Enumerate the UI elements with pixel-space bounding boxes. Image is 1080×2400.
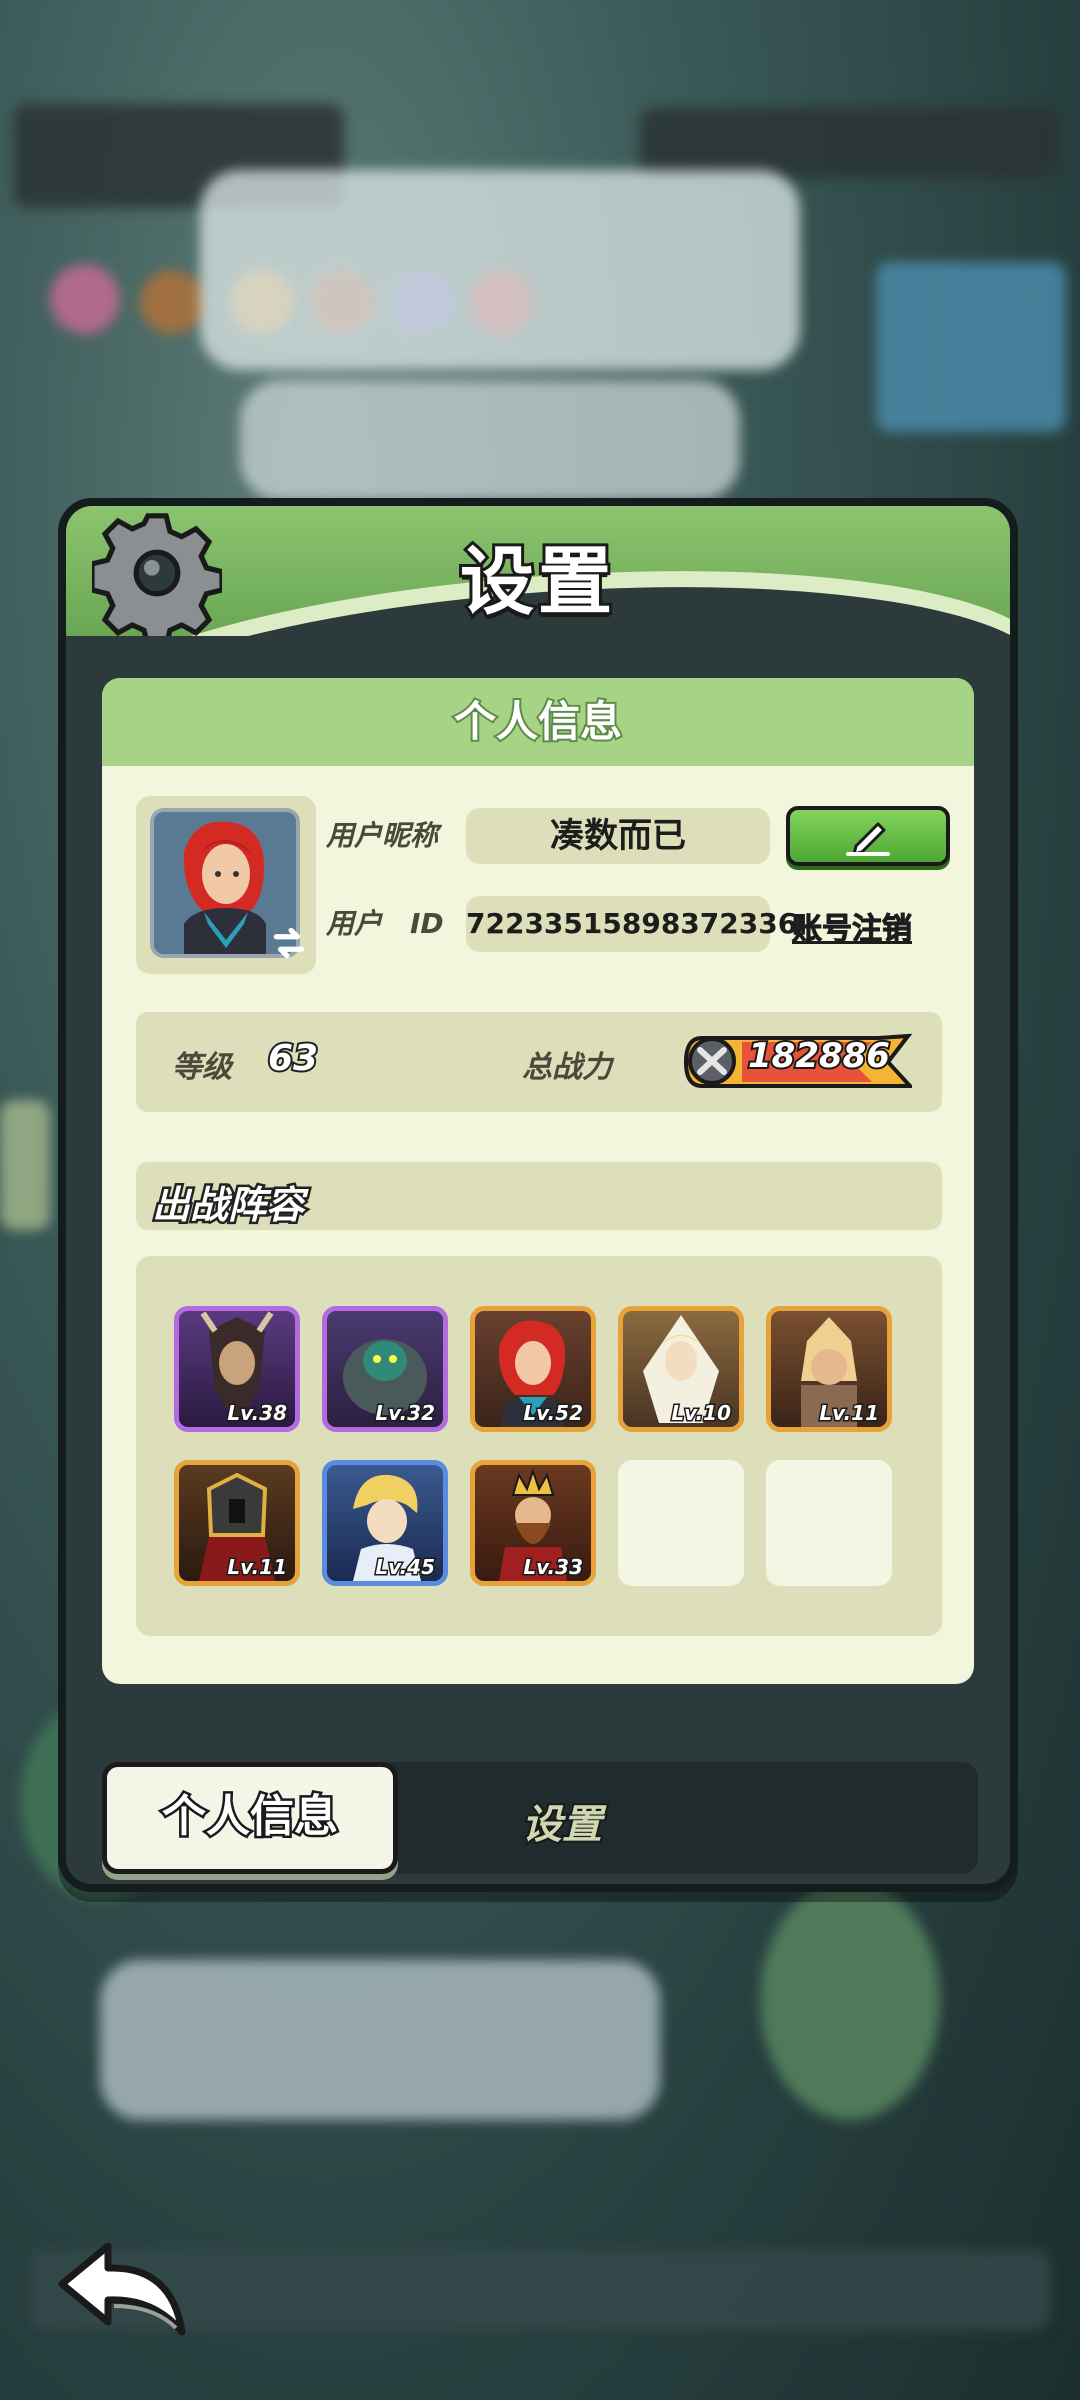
- hero-level: Lv.11: [818, 1400, 881, 1427]
- hero-level: Lv.38: [226, 1400, 289, 1427]
- hero-level: Lv.33: [522, 1554, 585, 1581]
- hero-slot-2[interactable]: Lv.32: [322, 1306, 448, 1432]
- level-label: 等级: [172, 1050, 232, 1085]
- lineup-title: 出战阵容: [149, 1181, 306, 1230]
- hero-slot-7[interactable]: Lv.45: [322, 1460, 448, 1586]
- tab-bar: 个人信息 设置: [102, 1762, 978, 1874]
- nickname-value: 凑数而已: [466, 808, 770, 864]
- settings-dialog: 设置 个人信息 用户昵称 凑数而已 用户 ID 7223351589837233…: [58, 498, 1018, 1892]
- user-id-label: 用户 ID: [326, 907, 444, 940]
- hero-level: Lv.45: [374, 1554, 437, 1581]
- hero-slot-6[interactable]: Lv.11: [174, 1460, 300, 1586]
- lineup-title-bar: 出战阵容: [136, 1162, 942, 1230]
- nickname-label: 用户昵称: [326, 819, 439, 852]
- hero-slot-5[interactable]: Lv.11: [766, 1306, 892, 1432]
- lineup-grid: Lv.38 Lv.32 Lv.52 Lv.10 Lv.11 Lv.11 Lv.4…: [136, 1256, 942, 1636]
- edit-nickname-button[interactable]: [786, 806, 950, 866]
- dialog-title: 设置: [457, 536, 616, 628]
- level-value: 63: [266, 1036, 320, 1081]
- hero-slot-empty[interactable]: [618, 1460, 744, 1586]
- hero-slot-8[interactable]: Lv.33: [470, 1460, 596, 1586]
- stats-row: 等级 63 总战力 182886: [136, 1012, 942, 1112]
- hero-slot-empty[interactable]: [766, 1460, 892, 1586]
- cancel-account-link[interactable]: 账号注销: [792, 904, 913, 948]
- hero-slot-1[interactable]: Lv.38: [174, 1306, 300, 1432]
- hero-level: Lv.32: [374, 1400, 437, 1427]
- power-value: 182886: [746, 1034, 892, 1078]
- swap-icon[interactable]: [268, 922, 310, 964]
- avatar-frame[interactable]: [136, 796, 316, 974]
- user-id-value: 72233515898372336: [466, 896, 797, 952]
- tab-personal-info[interactable]: 个人信息: [102, 1762, 398, 1874]
- hero-level: Lv.10: [670, 1400, 733, 1427]
- tab-settings[interactable]: 设置: [520, 1792, 604, 1850]
- hero-slot-3[interactable]: Lv.52: [470, 1306, 596, 1432]
- dialog-header: 设置: [66, 506, 1010, 636]
- hero-level: Lv.52: [522, 1400, 585, 1427]
- profile-section-title: 个人信息: [102, 678, 974, 766]
- hero-level: Lv.11: [226, 1554, 289, 1581]
- hero-slot-4[interactable]: Lv.10: [618, 1306, 744, 1432]
- pencil-icon: [846, 822, 890, 856]
- back-arrow-icon[interactable]: [54, 2236, 194, 2346]
- power-label: 总战力: [522, 1050, 612, 1085]
- profile-panel: 个人信息 用户昵称 凑数而已 用户 ID 72233515898372336 账…: [102, 678, 974, 1684]
